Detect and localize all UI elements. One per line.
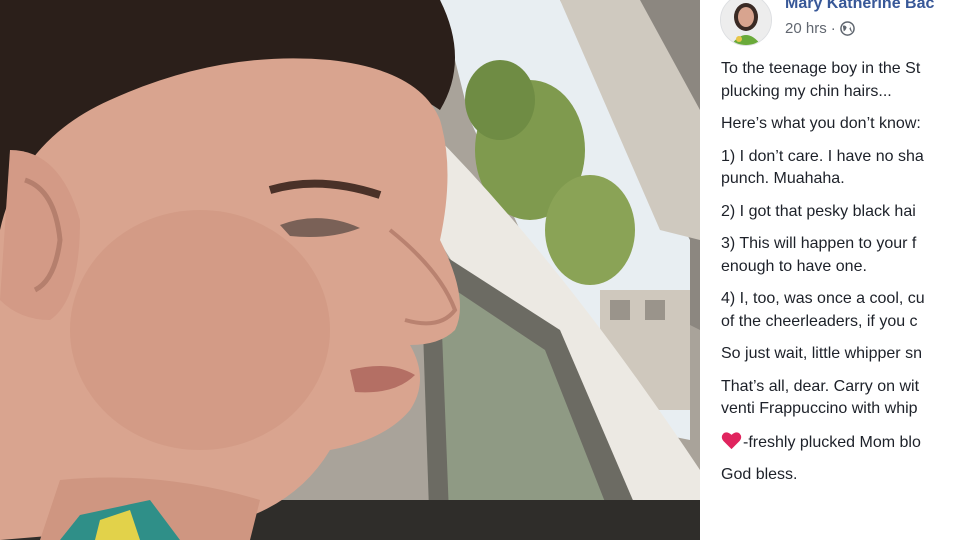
author-name[interactable]: Mary Katherine Bac — [785, 0, 934, 13]
post-meta: 20 hrs · — [785, 20, 855, 37]
text-line: of the cheerleaders, if you c — [721, 312, 918, 330]
text-line: God bless. — [721, 466, 798, 483]
selfie-photo — [0, 0, 700, 540]
text-line: So just wait, little whipper sn — [721, 345, 922, 362]
post-panel: Mary Katherine Bac 20 hrs · To the teena… — [700, 0, 960, 540]
text-line: enough to have one. — [721, 257, 867, 275]
post-text: To the teenage boy in the St plucking my… — [721, 58, 960, 497]
paragraph: 3) This will happen to your f enough to … — [721, 233, 960, 278]
text-line: 2) I got that pesky black hai — [721, 202, 916, 220]
text-line: That’s all, dear. Carry on wit — [721, 377, 920, 395]
signoff-text: -freshly plucked Mom blo — [743, 433, 921, 451]
text-line: 4) I, too, was once a cool, cu — [721, 290, 925, 307]
globe-icon[interactable] — [839, 21, 855, 36]
paragraph: 1) I don’t care. I have no sha punch. Mu… — [721, 146, 960, 191]
paragraph: 2) I got that pesky black hai — [721, 201, 960, 224]
text-line: plucking my chin hairs... — [721, 82, 892, 100]
text-line: venti Frappuccino with whip — [721, 400, 918, 417]
post-photo[interactable] — [0, 0, 700, 540]
avatar-icon — [721, 0, 771, 45]
signoff: -freshly plucked Mom blo — [721, 431, 960, 455]
text-line: To the teenage boy in the St — [721, 60, 921, 77]
meta-separator: · — [830, 20, 836, 37]
text-line: 3) This will happen to your f — [721, 235, 917, 252]
text-line: Here’s what you don’t know: — [721, 115, 921, 132]
heart-icon — [721, 431, 742, 449]
paragraph: That’s all, dear. Carry on wit venti Fra… — [721, 376, 960, 421]
timestamp[interactable]: 20 hrs — [785, 20, 827, 37]
closing: God bless. — [721, 464, 960, 487]
paragraph: Here’s what you don’t know: — [721, 113, 960, 136]
paragraph: So just wait, little whipper sn — [721, 343, 960, 366]
profile-photo[interactable] — [720, 0, 772, 46]
text-line: 1) I don’t care. I have no sha — [721, 147, 924, 165]
paragraph: 4) I, too, was once a cool, cu of the ch… — [721, 288, 960, 333]
text-line: punch. Muahaha. — [721, 170, 845, 187]
paragraph: To the teenage boy in the St plucking my… — [721, 58, 960, 103]
